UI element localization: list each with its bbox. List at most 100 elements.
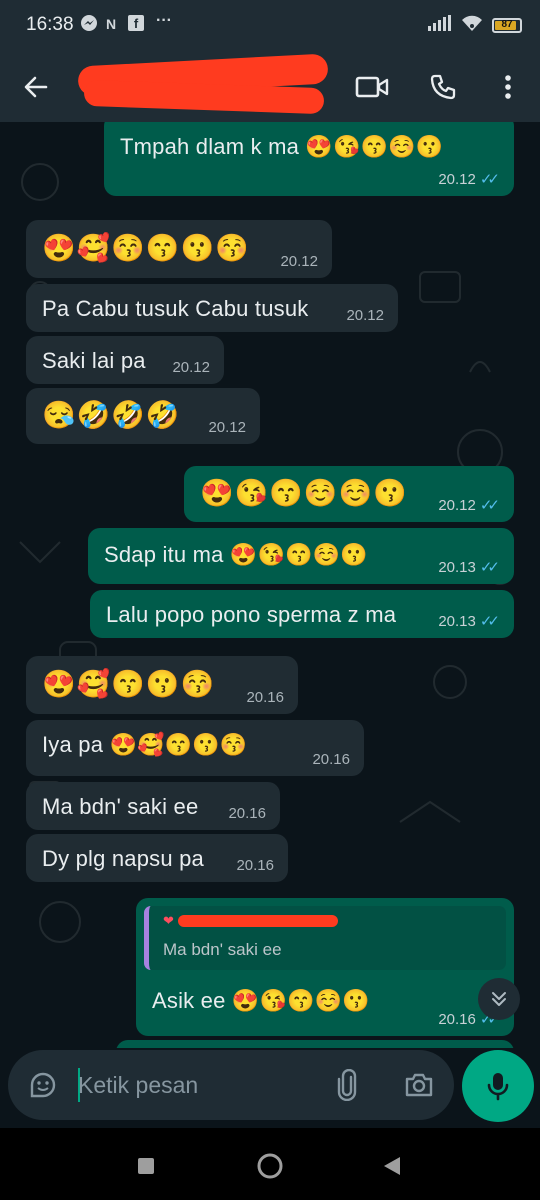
read-receipt-icon: ✓✓ bbox=[479, 613, 500, 630]
message-bubble[interactable]: Dy plg napsu pa 20.16 bbox=[26, 834, 288, 882]
attach-button[interactable] bbox=[326, 1064, 368, 1106]
message-meta: 20.16 bbox=[246, 689, 284, 706]
more-notifications-icon: ··· bbox=[156, 12, 172, 29]
voice-message-button[interactable] bbox=[462, 1050, 534, 1122]
circle-icon bbox=[257, 1153, 283, 1179]
microphone-icon bbox=[487, 1073, 509, 1101]
message-time: 20.12 bbox=[208, 419, 246, 436]
message-time: 20.12 bbox=[172, 359, 210, 376]
message-bubble-partial bbox=[116, 1040, 514, 1048]
message-bubble[interactable]: Ma bdn' saki ee 20.16 bbox=[26, 782, 280, 830]
message-text: 😍🥰😚😙😗😚 bbox=[42, 233, 250, 263]
message-bubble[interactable]: Sdap itu ma 😍😘😙☺️😗 20.13 ✓✓ bbox=[88, 528, 514, 584]
wifi-icon bbox=[460, 14, 484, 36]
quoted-author-redaction bbox=[178, 915, 339, 928]
status-time: 16:38 bbox=[26, 14, 74, 35]
more-options-button[interactable] bbox=[486, 65, 530, 109]
message-meta: 20.12 bbox=[346, 307, 384, 324]
message-text: Iya pa 😍🥰😙😗😚 bbox=[42, 732, 248, 757]
message-text: Ma bdn' saki ee bbox=[42, 794, 199, 819]
video-call-icon bbox=[355, 76, 389, 98]
message-bubble[interactable]: Pa Cabu tusuk Cabu tusuk 20.12 bbox=[26, 284, 398, 332]
read-receipt-icon: ✓✓ bbox=[479, 559, 500, 576]
message-composer bbox=[8, 1050, 454, 1120]
message-bubble[interactable]: Lalu popo pono sperma z ma 20.13 ✓✓ bbox=[90, 590, 514, 638]
message-bubble[interactable]: 😍🥰😚😙😗😚 20.12 bbox=[26, 220, 332, 278]
quoted-message[interactable]: ❤ Ma bdn' saki ee bbox=[144, 906, 506, 970]
status-right: 87 bbox=[428, 14, 522, 36]
message-meta: 20.12 ✓✓ bbox=[438, 496, 500, 515]
voice-call-button[interactable] bbox=[421, 65, 465, 109]
video-call-button[interactable] bbox=[350, 65, 394, 109]
message-time: 20.12 bbox=[438, 170, 476, 188]
message-input[interactable] bbox=[78, 1064, 308, 1106]
message-meta: 20.16 bbox=[236, 857, 274, 874]
message-meta: 20.13 ✓✓ bbox=[438, 558, 500, 577]
messenger-icon bbox=[80, 14, 98, 35]
message-bubble[interactable]: 😪🤣🤣🤣 20.12 bbox=[26, 388, 260, 444]
back-arrow-icon bbox=[24, 76, 48, 98]
paperclip-icon bbox=[337, 1069, 357, 1101]
message-time: 20.12 bbox=[438, 496, 476, 514]
message-text: Dy plg napsu pa bbox=[42, 846, 204, 871]
triangle-back-icon bbox=[384, 1157, 400, 1175]
message-bubble[interactable]: Saki lai pa 20.12 bbox=[26, 336, 224, 384]
quoted-author: ❤ bbox=[163, 912, 339, 929]
message-time: 20.16 bbox=[246, 689, 284, 706]
message-meta: 20.16 bbox=[228, 805, 266, 822]
back-nav-button[interactable] bbox=[372, 1146, 412, 1186]
scroll-to-bottom-button[interactable] bbox=[478, 978, 520, 1020]
message-text: 😪🤣🤣🤣 bbox=[42, 400, 181, 430]
facebook-notification-icon: f bbox=[128, 15, 144, 31]
message-meta: 20.12 bbox=[208, 419, 246, 436]
message-text: Asik ee 😍😘😙☺️😗 bbox=[152, 988, 370, 1013]
message-text: Tmpah dlam k ma 😍😘😙☺️😗 bbox=[120, 134, 444, 159]
contact-info[interactable] bbox=[70, 53, 340, 118]
message-time: 20.12 bbox=[346, 307, 384, 324]
emoji-button[interactable] bbox=[22, 1064, 64, 1106]
battery-level: 87 bbox=[501, 18, 513, 30]
message-text: 😍😘😙☺️☺️😗 bbox=[200, 478, 408, 508]
netflix-notification-icon: N bbox=[106, 16, 117, 32]
message-bubble[interactable]: 😍🥰😙😗😚 20.16 bbox=[26, 656, 298, 714]
chat-header bbox=[0, 52, 540, 122]
phone-icon bbox=[430, 74, 456, 100]
double-chevron-down-icon bbox=[492, 992, 506, 1006]
message-bubble[interactable]: Tmpah dlam k ma 😍😘😙☺️😗 20.12 ✓✓ bbox=[104, 122, 514, 196]
message-time: 20.16 bbox=[228, 805, 266, 822]
message-meta: 20.12 bbox=[172, 359, 210, 376]
system-nav-bar bbox=[0, 1128, 540, 1200]
message-bubble[interactable]: 😍😘😙☺️☺️😗 20.12 ✓✓ bbox=[184, 466, 514, 522]
status-bar: 16:38 N f ··· 87 bbox=[0, 0, 540, 52]
message-time: 20.16 bbox=[438, 1010, 476, 1028]
quoted-text: Ma bdn' saki ee bbox=[163, 940, 282, 959]
square-icon bbox=[138, 1158, 154, 1174]
message-meta: 20.16 bbox=[312, 751, 350, 768]
message-meta: 20.12 ✓✓ bbox=[438, 170, 500, 189]
message-bubble[interactable]: Iya pa 😍🥰😙😗😚 20.16 bbox=[26, 720, 364, 776]
recents-button[interactable] bbox=[126, 1146, 166, 1186]
reply-message-bubble[interactable]: ❤ Ma bdn' saki ee Asik ee 😍😘😙☺️😗 20.16 ✓… bbox=[136, 898, 514, 1036]
message-meta: 20.12 bbox=[280, 253, 318, 270]
message-time: 20.16 bbox=[236, 857, 274, 874]
chat-area[interactable]: Tmpah dlam k ma 😍😘😙☺️😗 20.12 ✓✓ 😍🥰😚😙😗😚 2… bbox=[0, 122, 540, 1048]
read-receipt-icon: ✓✓ bbox=[479, 171, 500, 188]
heart-icon: ❤ bbox=[163, 913, 174, 928]
sticker-emoji-icon bbox=[30, 1072, 56, 1098]
message-time: 20.12 bbox=[280, 253, 318, 270]
message-time: 20.13 bbox=[438, 558, 476, 576]
message-time: 20.16 bbox=[312, 751, 350, 768]
message-time: 20.13 bbox=[438, 612, 476, 630]
more-vert-icon bbox=[505, 75, 511, 99]
message-text: Pa Cabu tusuk Cabu tusuk bbox=[42, 296, 309, 321]
camera-icon bbox=[405, 1073, 433, 1097]
facebook-letter: f bbox=[133, 16, 139, 31]
battery-icon: 87 bbox=[492, 17, 522, 33]
message-text: 😍🥰😙😗😚 bbox=[42, 669, 216, 699]
back-button[interactable] bbox=[14, 65, 58, 109]
message-text: Saki lai pa bbox=[42, 348, 146, 373]
camera-button[interactable] bbox=[398, 1064, 440, 1106]
signal-icon bbox=[428, 15, 452, 35]
read-receipt-icon: ✓✓ bbox=[479, 497, 500, 514]
home-button[interactable] bbox=[250, 1146, 290, 1186]
